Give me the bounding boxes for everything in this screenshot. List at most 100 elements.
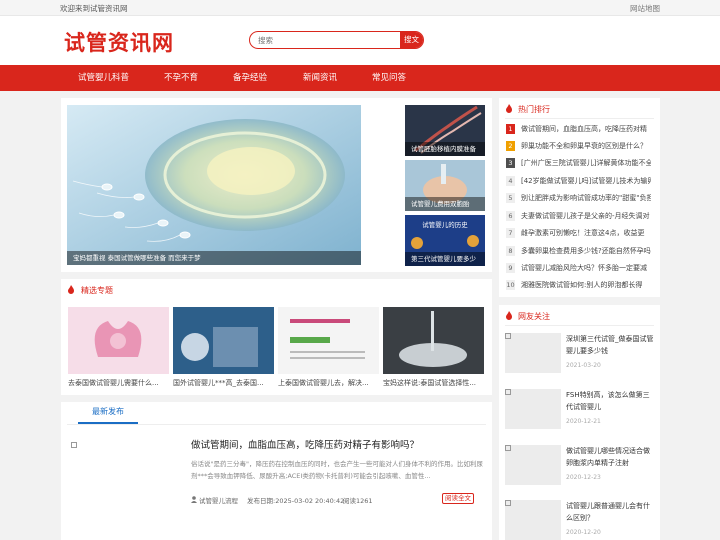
topic-item[interactable]: 上泰国做试管婴儿去，解决...: [278, 307, 379, 388]
rank-badge: 4: [506, 176, 515, 186]
topic-section-title: 精选专题: [81, 286, 113, 295]
rank-badge: 6: [506, 211, 515, 221]
hot-item[interactable]: 8 多囊卵巢检查费用多少钱?还能自然怀孕吗: [506, 244, 656, 258]
section-divider: [505, 118, 654, 119]
nav-item-ivf-science[interactable]: 试管婴儿科普: [78, 65, 129, 91]
hot-item[interactable]: 2 卵巢功能不全和卵巢早衰的区别是什么？: [506, 139, 656, 153]
hot-item-title[interactable]: 雌孕激素可别懒吃！注意这4点，收益更: [521, 228, 651, 238]
site-logo[interactable]: 试管资讯网: [64, 27, 174, 57]
hot-item[interactable]: 3 [广州广医三院试管婴儿]详解黄体功能不全: [506, 156, 656, 170]
topic-image: [173, 307, 274, 374]
follow-item[interactable]: 深圳第三代试管_做泰国试管婴儿要多少钱 2021-03-20: [505, 333, 655, 383]
sitemap-link[interactable]: 网站地图: [630, 3, 660, 14]
main-nav: 试管婴儿科普 不孕不育 备孕经验 新闻资讯 常见问答: [0, 65, 720, 91]
featured-slider: 宝妈都重视 泰国试管做哪些准备 而您来于梦 试管胚胎移植内膜准备 试管婴儿费用双…: [61, 98, 492, 272]
article-date: 发布日期:2025-03-02 20:40:42: [247, 497, 345, 505]
follow-item[interactable]: FSH特别高，该怎么做第三代试管婴儿 2020-12-21: [505, 389, 655, 439]
hot-item-title[interactable]: [广州广医三院试管婴儿]详解黄体功能不全: [521, 158, 651, 168]
slider-main-image[interactable]: 宝妈都重视 泰国试管做哪些准备 而您来于梦: [67, 105, 361, 265]
topic-image: [68, 307, 169, 374]
tab-latest[interactable]: 最新发布: [78, 402, 138, 424]
article-thumbnail[interactable]: [71, 442, 77, 448]
latest-posts: 最新发布 做试管期间，血脂血压高，吃降压药对精子有影响吗？ 俗话说"是药三分毒"…: [61, 402, 492, 540]
topic-item[interactable]: 国外试管婴儿***高_去泰国...: [173, 307, 274, 388]
welcome-text: 欢迎来到试管资讯网: [60, 4, 128, 13]
nav-item-pregnancy-prep[interactable]: 备孕经验: [233, 65, 267, 91]
topic-item[interactable]: 宝妈这样说:泰国试管选择性...: [383, 307, 484, 388]
topic-item[interactable]: 去泰国做试管婴儿需要什么...: [68, 307, 169, 388]
follow-item-date: 2020-12-23: [566, 474, 601, 481]
hot-item[interactable]: 9 试管婴儿减胎风险大吗？怀多胎一定要减: [506, 261, 656, 275]
user-icon: [191, 496, 197, 503]
article-views: 阅读1261: [343, 497, 373, 505]
follow-item-title[interactable]: 做试管婴儿哪些情况适合做卵胞浆内单精子注射: [566, 445, 655, 469]
hot-item-title[interactable]: 卵巢功能不全和卵巢早衰的区别是什么？: [521, 141, 651, 151]
follow-section-title: 网友关注: [518, 312, 550, 321]
hot-item[interactable]: 5 别让肥胖成为影响试管成功率的"甜蜜"负担: [506, 191, 656, 205]
rank-badge: 2: [506, 141, 515, 151]
netizen-focus: 网友关注 深圳第三代试管_做泰国试管婴儿要多少钱 2021-03-20 FSH特…: [499, 305, 660, 540]
hot-item[interactable]: 10 湘雅医院做试管如何:别人的卵泡都长得: [506, 278, 656, 292]
hot-item-title[interactable]: 湘雅医院做试管如何:别人的卵泡都长得: [521, 280, 651, 290]
follow-item-date: 2020-12-21: [566, 418, 601, 425]
topic-caption: 去泰国做试管婴儿需要什么...: [68, 379, 159, 387]
hot-ranking: 热门排行 1 做试管期间，血脂血压高，吃降压药对精 2 卵巢功能不全和卵巢早衰的区别…: [499, 98, 660, 297]
ivf-history-image-text: 试管婴儿的历史: [422, 221, 468, 229]
slider-side-caption: 试管婴儿费用双胞胎: [405, 197, 485, 211]
hot-item[interactable]: 1 做试管期间，血脂血压高，吃降压药对精: [506, 122, 656, 136]
topic-caption: 国外试管婴儿***高_去泰国...: [173, 379, 264, 387]
article-title[interactable]: 做试管期间，血脂血压高，吃降压药对精子有影响吗？: [191, 437, 419, 451]
follow-item[interactable]: 做试管婴儿哪些情况适合做卵胞浆内单精子注射 2020-12-23: [505, 445, 655, 495]
rank-badge: 3: [506, 158, 515, 168]
search-button[interactable]: 搜文: [400, 32, 423, 48]
tab-divider: [67, 424, 486, 425]
slider-side-caption: 第三代试管婴儿要多少: [405, 252, 485, 266]
nav-item-faq[interactable]: 常见问答: [372, 65, 406, 91]
follow-item[interactable]: 试管婴儿跟普通婴儿会有什么区别？ 2020-12-20: [505, 500, 655, 540]
hot-item-title[interactable]: 多囊卵巢检查费用多少钱?还能自然怀孕吗: [521, 246, 651, 256]
slider-side-item[interactable]: 试管婴儿费用双胞胎: [405, 160, 485, 211]
hot-item-title[interactable]: 做试管期间，血脂血压高，吃降压药对精: [521, 124, 651, 134]
hot-item-title[interactable]: [42岁能做试管婴儿吗]试管婴儿技术为输卵: [521, 176, 651, 186]
hot-item-title[interactable]: 夫妻做试管婴儿孩子是父亲的-月经失调对: [521, 211, 651, 221]
slider-side-item[interactable]: 试管婴儿的历史 第三代试管婴儿要多少: [405, 215, 485, 266]
search-box: 搜文: [249, 31, 424, 49]
follow-thumbnail[interactable]: [505, 445, 561, 485]
article-summary: 俗话说"是药三分毒"，降压药在控制血压的同时，也会产生一些可能对人们身体不利的作…: [191, 460, 483, 480]
hot-item[interactable]: 4 [42岁能做试管婴儿吗]试管婴儿技术为输卵: [506, 174, 656, 188]
featured-topics: 精选专题 去泰国做试管婴儿需要什么... 国外试管婴儿***高_去泰国... 上…: [61, 279, 492, 395]
fire-icon: [506, 311, 512, 320]
follow-thumbnail[interactable]: [505, 500, 561, 540]
follow-item-title[interactable]: 试管婴儿跟普通婴儿会有什么区别？: [566, 500, 655, 524]
follow-item-date: 2020-12-20: [566, 529, 601, 536]
article-category[interactable]: 试管婴儿流程: [199, 495, 238, 505]
topic-caption: 宝妈这样说:泰国试管选择性...: [383, 379, 477, 387]
rank-badge: 7: [506, 228, 515, 238]
slider-side-item[interactable]: 试管胚胎移植内膜准备: [405, 105, 485, 156]
broken-image-icon: [505, 500, 511, 506]
hot-item[interactable]: 7 雌孕激素可别懒吃！注意这4点，收益更: [506, 226, 656, 240]
fire-icon: [506, 104, 512, 113]
follow-item-title[interactable]: 深圳第三代试管_做泰国试管婴儿要多少钱: [566, 333, 655, 357]
hot-item-title[interactable]: 试管婴儿减胎风险大吗？怀多胎一定要减: [521, 263, 651, 273]
follow-item-date: 2021-03-20: [566, 362, 601, 369]
nav-item-news[interactable]: 新闻资讯: [303, 65, 337, 91]
topic-image: [383, 307, 484, 374]
nav-item-infertility[interactable]: 不孕不育: [164, 65, 198, 91]
header: 试管资讯网 搜文: [0, 16, 720, 65]
hot-item[interactable]: 6 夫妻做试管婴儿孩子是父亲的-月经失调对: [506, 209, 656, 223]
rank-badge: 9: [506, 263, 515, 273]
topic-image: [278, 307, 379, 374]
follow-thumbnail[interactable]: [505, 389, 561, 429]
broken-image-icon: [505, 389, 511, 395]
top-bar: 欢迎来到试管资讯网 网站地图: [0, 0, 720, 16]
follow-thumbnail[interactable]: [505, 333, 561, 373]
section-divider: [505, 325, 654, 326]
hot-item-title[interactable]: 别让肥胖成为影响试管成功率的"甜蜜"负担: [521, 193, 651, 203]
rank-badge: 10: [506, 280, 515, 290]
slider-main-caption: 宝妈都重视 泰国试管做哪些准备 而您来于梦: [67, 251, 361, 265]
topic-caption: 上泰国做试管婴儿去，解决...: [278, 379, 369, 387]
read-more-button[interactable]: 阅读全文: [442, 493, 474, 504]
follow-item-title[interactable]: FSH特别高，该怎么做第三代试管婴儿: [566, 389, 655, 413]
search-input[interactable]: [250, 32, 401, 48]
